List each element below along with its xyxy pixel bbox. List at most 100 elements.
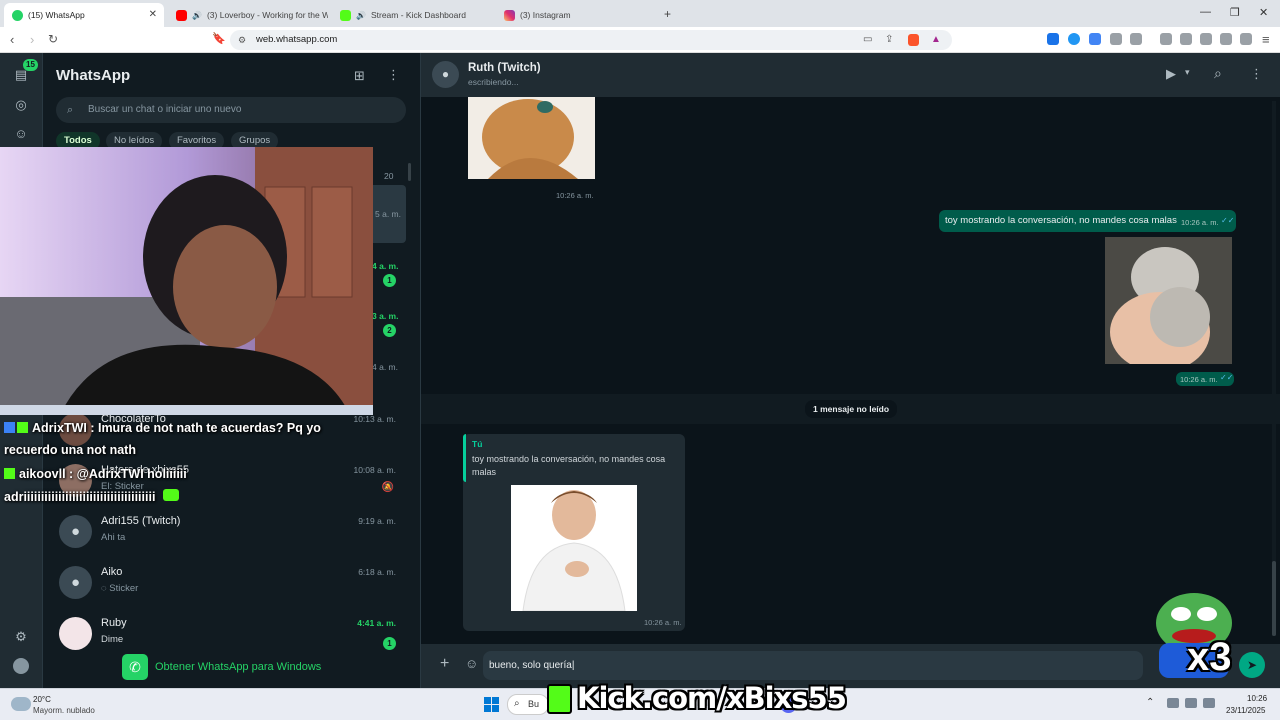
forward-icon[interactable]: › <box>30 32 34 47</box>
chat-preview: Dime <box>101 634 124 645</box>
chat-row[interactable]: ● Adri155 (Twitch) Ahi ta 9:19 a. m. <box>43 507 406 558</box>
image-message[interactable] <box>468 97 595 179</box>
new-tab-button[interactable]: + <box>664 7 671 21</box>
search-stub-text: Bu <box>528 699 540 709</box>
close-window-button[interactable]: ✕ <box>1259 6 1268 19</box>
bookmark-icon[interactable]: 🔖 <box>212 32 226 45</box>
brave-rewards-icon[interactable]: ▲ <box>931 30 941 50</box>
draft-text: bueno, solo quería <box>489 660 572 671</box>
badge-icon <box>4 422 15 433</box>
stream-chat-line: aikoovll : @AdrixTWI holiiiiii <box>4 467 187 481</box>
volume-icon[interactable] <box>1185 698 1197 708</box>
weather-status: Mayorm. nublado <box>33 706 95 715</box>
unread-badge: 1 <box>383 637 396 650</box>
extension-icon[interactable] <box>1068 33 1080 45</box>
screenshot-icon[interactable] <box>1130 33 1142 45</box>
restore-button[interactable]: ❐ <box>1230 6 1240 19</box>
tray-chevron-icon[interactable]: ⌃ <box>1146 697 1154 708</box>
chat-row[interactable]: Ruby Dime 4:41 a. m. 1 <box>43 609 406 660</box>
address-bar[interactable]: ⚙ web.whatsapp.com ▭ ⇪ ▲ <box>230 30 952 50</box>
chat-time: 6:18 a. m. <box>358 567 396 577</box>
avatar: ● <box>59 566 92 599</box>
scrollbar-thumb[interactable] <box>408 163 411 181</box>
message-time: 10:26 a. m. <box>1180 375 1218 384</box>
stream-chat-text: aikoovll : @AdrixTWI holiiiiii <box>19 467 187 481</box>
more-options-icon[interactable]: ⋮ <box>387 67 400 83</box>
unread-badge: 1 <box>383 274 396 287</box>
conversation-scrollbar[interactable] <box>1272 101 1276 636</box>
chat-row[interactable]: ● Aiko ◌ Sticker 6:18 a. m. <box>43 558 406 609</box>
screen-cast-icon[interactable]: ▭ <box>863 30 872 50</box>
minimize-button[interactable]: — <box>1200 6 1211 18</box>
settings-icon[interactable]: ⚙ <box>13 629 29 645</box>
chat-time: 20 <box>384 171 394 181</box>
more-options-icon[interactable]: ⋮ <box>1250 66 1263 82</box>
search-icon[interactable]: ⌕ <box>1214 65 1222 82</box>
tab-kick[interactable]: 🔊 Stream - Kick Dashboard <box>332 3 492 27</box>
webcam-overlay <box>0 147 373 415</box>
emote-icon <box>162 489 179 501</box>
emoji-icon[interactable]: ☺ <box>465 656 478 671</box>
quote-text: toy mostrando la conversación, no mandes… <box>472 454 666 477</box>
status-icon[interactable]: ◎ <box>13 97 29 113</box>
kitten-image <box>468 97 595 179</box>
avatar: ● <box>59 515 92 548</box>
chat-preview: Ahi ta <box>101 532 126 543</box>
browser-tab-bar: (15) WhatsApp ✕ 🔊 (3) Loverboy - Working… <box>0 0 1280 27</box>
image-message[interactable] <box>511 485 637 611</box>
url-text: web.whatsapp.com <box>256 34 338 45</box>
leo-icon[interactable] <box>1220 33 1232 45</box>
attach-icon[interactable]: + <box>440 655 449 673</box>
tab-whatsapp[interactable]: (15) WhatsApp ✕ <box>4 3 164 27</box>
puzzle-icon[interactable] <box>1110 33 1122 45</box>
back-icon[interactable]: ‹ <box>10 32 14 47</box>
incoming-message[interactable]: Tú toy mostrando la conversación, no man… <box>463 434 685 631</box>
clock-time[interactable]: 10:26 <box>1247 694 1267 703</box>
search-icon: ⌕ <box>67 104 74 116</box>
brave-shield-icon[interactable] <box>908 34 919 46</box>
message-time: 10:26 a. m. <box>644 618 682 627</box>
reload-icon[interactable]: ↻ <box>48 32 58 46</box>
translate-icon[interactable] <box>1089 33 1101 45</box>
kick-logo-icon <box>547 684 572 714</box>
chat-time: 4 a. m. <box>372 261 399 271</box>
media-icon[interactable] <box>1160 33 1172 45</box>
tab-title: (15) WhatsApp <box>28 10 85 20</box>
clock-date[interactable]: 23/11/2025 <box>1226 706 1265 715</box>
image-time-bubble: 10:26 a. m. ✓✓ <box>1176 372 1234 386</box>
contact-avatar[interactable]: ● <box>432 61 459 88</box>
extension-icon[interactable] <box>1047 33 1059 45</box>
channels-icon[interactable]: ☺ <box>13 126 29 142</box>
temperature: 20°C <box>33 695 51 704</box>
menu-icon[interactable]: ≡ <box>1262 32 1270 47</box>
video-call-icon[interactable]: ▶ <box>1166 66 1176 82</box>
get-windows-app-link[interactable]: Obtener WhatsApp para Windows <box>155 661 321 673</box>
stream-chat-line: adriiiiiiiiiiiiiiiiiiiiiiiiiiiiiiiiiiiii… <box>4 489 179 504</box>
scrollbar-thumb[interactable] <box>1272 561 1276 636</box>
image-message[interactable] <box>1105 237 1232 364</box>
site-info-icon[interactable]: ⚙ <box>238 30 246 50</box>
chat-name: Adri155 (Twitch) <box>101 515 181 527</box>
tab-youtube[interactable]: 🔊 (3) Loverboy - Working for the W <box>168 3 328 27</box>
shield-icon[interactable] <box>1240 33 1252 45</box>
message-input[interactable]: bueno, solo quería| <box>483 651 1143 680</box>
battery-icon[interactable] <box>1203 698 1215 708</box>
profile-avatar[interactable] <box>13 658 29 674</box>
wallet-icon[interactable] <box>1200 33 1212 45</box>
search-input[interactable]: ⌕ Buscar un chat o iniciar uno nuevo <box>56 97 406 123</box>
new-chat-icon[interactable]: ⊞ <box>354 68 365 84</box>
share-icon[interactable]: ⇪ <box>885 30 893 50</box>
chevron-down-icon[interactable]: ▾ <box>1185 67 1190 78</box>
network-icon[interactable] <box>1167 698 1179 708</box>
windows-start-icon[interactable] <box>484 697 499 712</box>
close-icon[interactable]: ✕ <box>149 9 157 20</box>
chat-time: 5 a. m. <box>375 209 401 219</box>
outgoing-message[interactable]: toy mostrando la conversación, no mandes… <box>939 210 1236 232</box>
whatsapp-logo-icon[interactable]: ✆ <box>122 654 148 680</box>
sidebar-icon[interactable] <box>1180 33 1192 45</box>
tab-instagram[interactable]: (3) Instagram <box>496 3 656 27</box>
search-placeholder: Buscar un chat o iniciar uno nuevo <box>88 104 242 115</box>
taskbar-search[interactable]: ⌕ Bu <box>507 694 549 715</box>
conversation-header[interactable]: ● Ruth (Twitch) escribiendo... ▶ ▾ ⌕ ⋮ <box>421 53 1280 97</box>
weather-icon[interactable] <box>11 697 31 711</box>
